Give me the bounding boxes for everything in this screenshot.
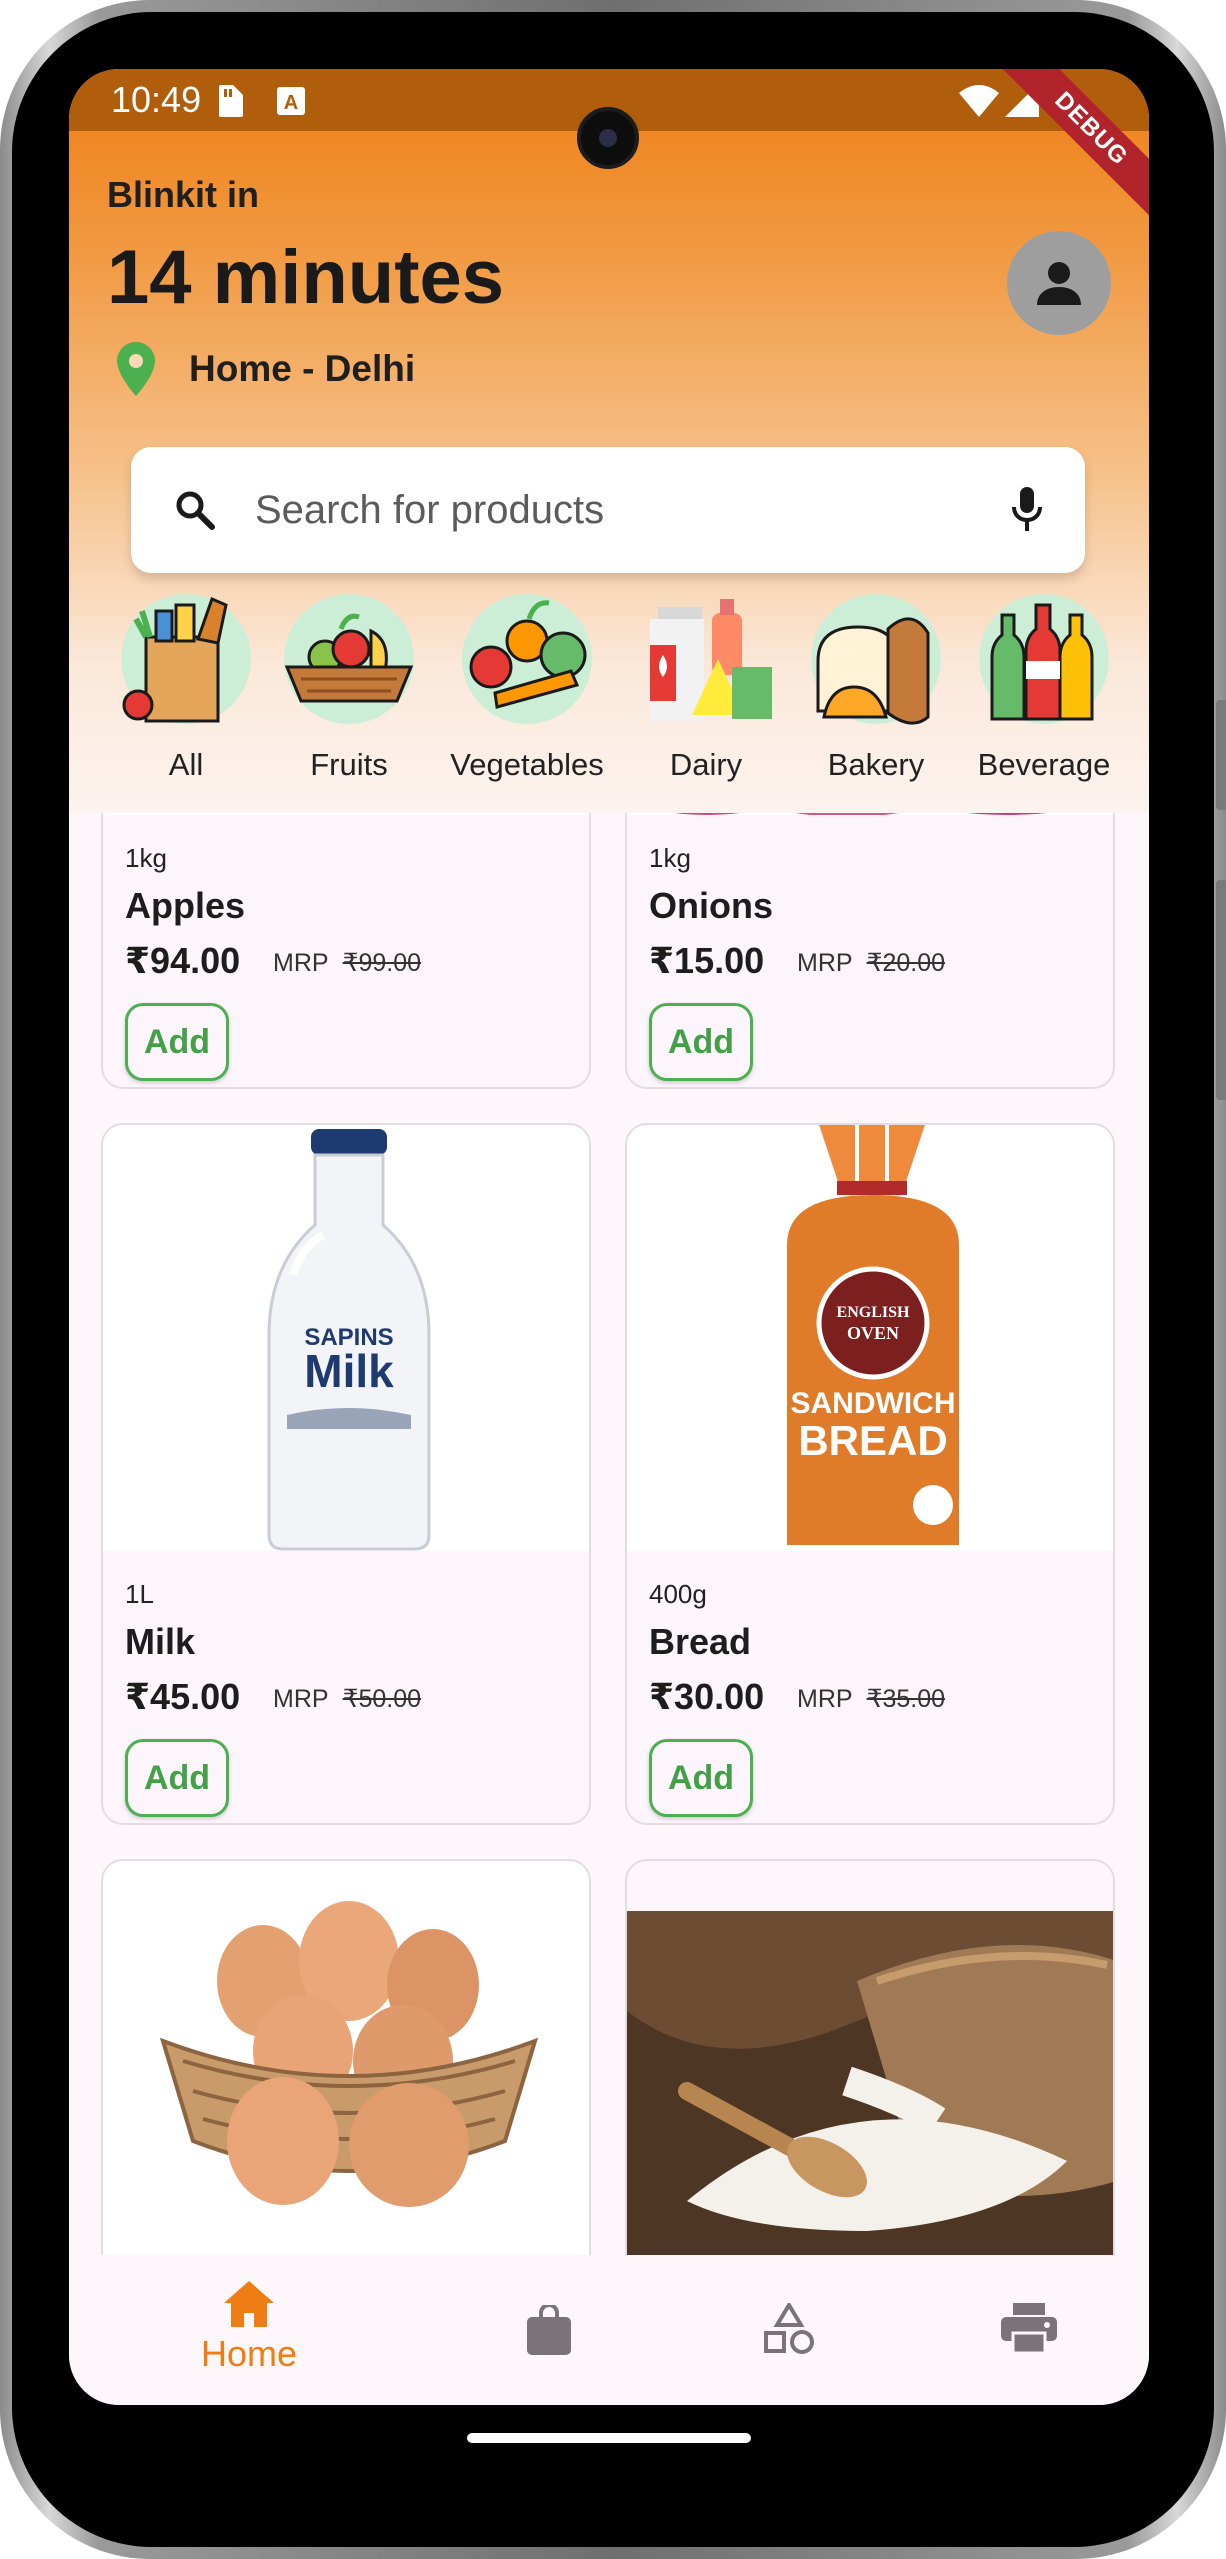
category-beverage[interactable]: Beverage (959, 589, 1129, 783)
product-name: Milk (125, 1621, 196, 1662)
category-label: Bakery (827, 747, 925, 782)
location-selector[interactable]: Home - Delhi (117, 341, 415, 397)
grocery-bag-icon (116, 589, 256, 729)
category-all[interactable]: All (101, 589, 271, 783)
product-image: ENGLISH OVEN SANDWICH BREAD (627, 1125, 1113, 1551)
sim-card-icon (219, 85, 243, 117)
category-label: Beverage (977, 747, 1111, 782)
categories-shapes-icon (764, 2303, 814, 2354)
product-card-milk[interactable]: SAPINS Milk 1L Milk ₹45.00 MRP ₹50.00 Add (101, 1123, 591, 1825)
delivery-label: Blinkit in (107, 174, 259, 215)
mrp-label: MRP (797, 949, 853, 977)
product-card-onions[interactable]: 1kg Onions ₹15.00 MRP ₹20.00 Add (625, 813, 1115, 1089)
delivery-time: 14 minutes (107, 235, 505, 320)
mrp-label: MRP (797, 1685, 853, 1713)
product-mrp: MRP ₹50.00 (273, 1684, 421, 1714)
category-label: All (168, 747, 204, 782)
mrp-value: ₹99.00 (342, 949, 422, 977)
bread-pack-image: ENGLISH OVEN SANDWICH BREAD (787, 1125, 959, 1545)
bread-line3: SANDWICH (791, 1387, 956, 1420)
keyboard-a-icon: A (277, 87, 305, 115)
product-card-eggs[interactable] (101, 1859, 591, 2255)
nav-orders[interactable] (414, 2255, 684, 2405)
nav-categories[interactable] (654, 2255, 924, 2405)
bread-icon (806, 589, 946, 729)
category-label: Fruits (310, 747, 388, 782)
product-quantity: 400g (649, 1579, 707, 1609)
mrp-label: MRP (273, 1685, 329, 1713)
shopping-bag-icon (527, 2305, 571, 2355)
product-quantity: 1kg (649, 843, 691, 873)
eggs-in-basket-image (159, 1901, 539, 2207)
search-input[interactable] (255, 487, 935, 533)
bread-brand-line1: ENGLISH (837, 1304, 910, 1321)
app-screen: 10:49 A DEBUG Blinkit in 14 minutes Home… (69, 69, 1149, 2405)
mrp-value: ₹35.00 (866, 1685, 946, 1713)
milk-word: Milk (304, 1345, 394, 1397)
category-label: Dairy (669, 747, 743, 782)
status-time: 10:49 (111, 79, 202, 120)
product-price: ₹15.00 (649, 940, 765, 981)
location-pin-icon (117, 342, 155, 396)
bottom-navigation: Home (69, 2255, 1149, 2405)
printer-icon (1001, 2303, 1057, 2353)
search-icon (176, 491, 215, 530)
product-mrp: MRP ₹35.00 (797, 1684, 945, 1714)
product-name: Bread (649, 1621, 752, 1662)
vegetables-icon (457, 589, 597, 729)
category-dairy[interactable]: Dairy (621, 589, 791, 783)
power-button (1216, 880, 1226, 1100)
product-name: Apples (125, 885, 246, 926)
add-button[interactable]: Add (649, 1003, 753, 1081)
add-button[interactable]: Add (125, 1739, 229, 1817)
bread-line4: BREAD (798, 1417, 947, 1464)
location-text: Home - Delhi (189, 348, 416, 389)
category-fruits[interactable]: Fruits (264, 589, 434, 783)
bottles-icon (974, 589, 1114, 729)
category-row: All Fruits Vegetables Dairy Bakery Bever… (69, 589, 1149, 813)
volume-button (1216, 700, 1226, 810)
add-button[interactable]: Add (125, 1003, 229, 1081)
nav-home[interactable]: Home (114, 2255, 384, 2405)
wifi-icon (959, 85, 999, 117)
dairy-icon (636, 589, 776, 729)
nav-home-label: Home (200, 2333, 298, 2374)
mrp-label: MRP (273, 949, 329, 977)
nav-print[interactable] (894, 2255, 1149, 2405)
front-camera (577, 107, 639, 169)
product-mrp: MRP ₹20.00 (797, 948, 945, 978)
category-vegetables[interactable]: Vegetables (442, 589, 612, 783)
product-card-rice[interactable] (625, 1859, 1115, 2255)
fruit-basket-icon (279, 589, 419, 729)
search-bar[interactable] (131, 447, 1085, 573)
product-grid: 1kg Apples ₹94.00 MRP ₹99.00 Add 1kg Onio… (69, 813, 1149, 2255)
product-price: ₹30.00 (649, 1676, 765, 1717)
category-label: Vegetables (450, 747, 604, 782)
product-price: ₹94.00 (125, 940, 241, 981)
product-image (627, 1861, 1113, 2255)
add-button[interactable]: Add (649, 1739, 753, 1817)
product-image (103, 1861, 589, 2255)
category-bakery[interactable]: Bakery (791, 589, 961, 783)
bread-brand-line2: OVEN (847, 1323, 899, 1343)
product-quantity: 1L (125, 1579, 154, 1609)
person-icon (1037, 262, 1081, 305)
mrp-value: ₹50.00 (342, 1685, 422, 1713)
milk-bottle-image: SAPINS Milk (267, 1129, 431, 1551)
product-image: SAPINS Milk (103, 1125, 589, 1551)
product-card-apples[interactable]: 1kg Apples ₹94.00 MRP ₹99.00 Add (101, 813, 591, 1089)
app-header: 10:49 A DEBUG Blinkit in 14 minutes Home… (69, 69, 1149, 813)
product-card-bread[interactable]: ENGLISH OVEN SANDWICH BREAD 400g Bread ₹… (625, 1123, 1115, 1825)
mrp-value: ₹20.00 (866, 949, 946, 977)
home-icon (224, 2281, 274, 2327)
product-mrp: MRP ₹99.00 (273, 948, 421, 978)
microphone-icon[interactable] (1011, 487, 1043, 533)
svg-text:A: A (284, 92, 298, 114)
product-quantity: 1kg (125, 843, 167, 873)
home-indicator[interactable] (467, 2433, 751, 2443)
rice-sack-image (627, 1911, 1113, 2255)
product-price: ₹45.00 (125, 1676, 241, 1717)
profile-avatar-button[interactable] (1007, 231, 1111, 335)
product-name: Onions (649, 885, 773, 926)
